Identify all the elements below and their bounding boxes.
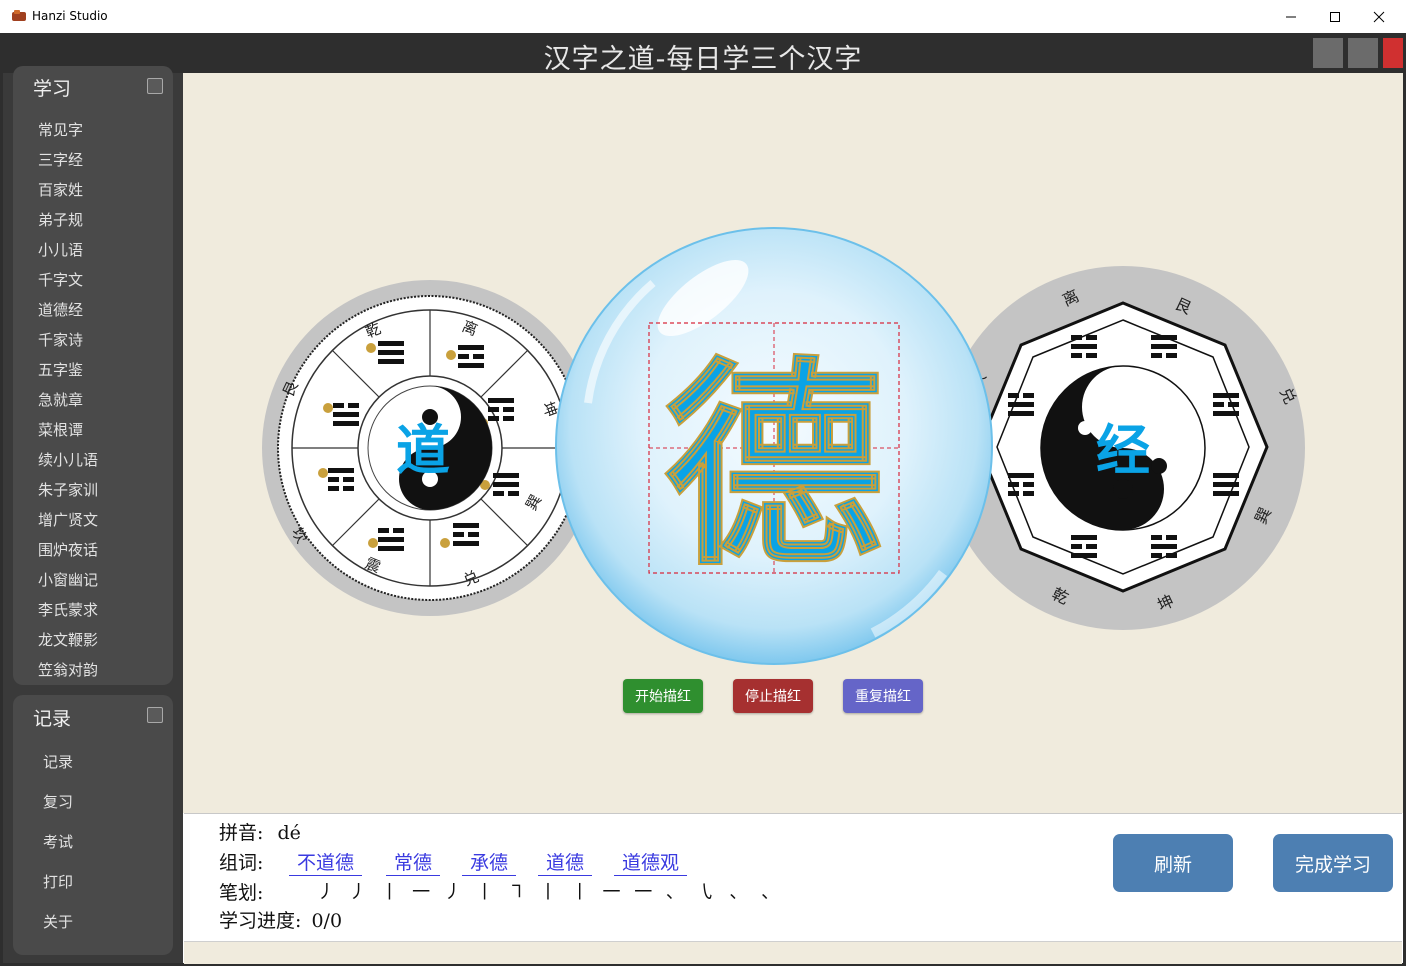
page-title: 汉字之道-每日学三个汉字 xyxy=(543,44,863,75)
close-icon xyxy=(1373,11,1385,22)
minimize-icon xyxy=(1286,16,1296,17)
records-panel-title: 记录 xyxy=(33,708,72,730)
sidebar-item-learn[interactable]: 道德经 xyxy=(38,299,83,320)
learn-collapse-button[interactable] xyxy=(147,78,163,94)
word-link[interactable]: 道德观 xyxy=(614,848,688,876)
sidebar-item-learn[interactable]: 弟子规 xyxy=(38,209,83,230)
repeat-tracing-button[interactable]: 重复描红 xyxy=(843,679,923,713)
right-bagua-disk[interactable]: 经 离 艮 兑 巽 坤 乾 坎 xyxy=(941,266,1305,630)
sidebar-item-learn[interactable]: 笠翁对韵 xyxy=(38,659,98,680)
sidebar-item-learn[interactable]: 常见字 xyxy=(38,119,83,140)
sidebar-item-learn[interactable]: 五字鉴 xyxy=(38,359,83,380)
pinyin-label: 拼音: xyxy=(219,822,264,844)
strokes-label: 笔划: xyxy=(219,882,264,904)
sidebar-item-learn[interactable]: 小儿语 xyxy=(38,239,83,260)
sidebar-item-learn[interactable]: 千字文 xyxy=(38,269,83,290)
center-char: 德 xyxy=(664,339,884,595)
sidebar-item-learn[interactable]: 菜根谭 xyxy=(38,419,83,440)
left-char: 道 xyxy=(396,419,450,482)
sidebar-item-records[interactable]: 打印 xyxy=(43,871,73,892)
records-panel: 记录 记录复习考试打印关于 xyxy=(13,695,173,955)
window-title: Hanzi Studio xyxy=(32,9,108,23)
sidebar-item-records[interactable]: 复习 xyxy=(43,791,73,812)
learn-panel: 学习 常见字三字经百家姓弟子规小儿语千字文道德经千家诗五字鉴急就章菜根谭续小儿语… xyxy=(13,66,173,685)
strokes-value: 丿 丿 丨 一 丿 丨 ㇕ 丨 丨 一 一 、 ㇂ 、 、 xyxy=(317,882,784,903)
header-button-2[interactable] xyxy=(1348,38,1378,68)
word-link[interactable]: 不道德 xyxy=(289,848,363,876)
pinyin-row: 拼音: dé xyxy=(219,818,301,845)
sidebar-item-learn[interactable]: 千家诗 xyxy=(38,329,83,350)
header-close-button[interactable] xyxy=(1383,38,1403,68)
sidebar-item-learn[interactable]: 围炉夜话 xyxy=(38,539,98,560)
sidebar-item-records[interactable]: 考试 xyxy=(43,831,73,852)
app-header: 汉字之道-每日学三个汉字 xyxy=(3,33,1403,75)
words-row: 组词: xyxy=(219,848,263,875)
maximize-icon xyxy=(1330,11,1340,22)
sidebar-item-learn[interactable]: 龙文鞭影 xyxy=(38,629,98,650)
learn-panel-title: 学习 xyxy=(33,78,72,100)
refresh-button[interactable]: 刷新 xyxy=(1113,834,1233,892)
sidebar-item-learn[interactable]: 朱子家训 xyxy=(38,479,98,500)
sidebar-item-records[interactable]: 记录 xyxy=(43,751,73,772)
right-char: 经 xyxy=(1096,419,1150,482)
start-tracing-button[interactable]: 开始描红 xyxy=(623,679,703,713)
stop-tracing-button[interactable]: 停止描红 xyxy=(733,679,813,713)
finish-learning-button[interactable]: 完成学习 xyxy=(1273,834,1393,892)
pinyin-value: dé xyxy=(277,822,301,844)
word-link[interactable]: 道德 xyxy=(538,848,593,876)
progress-row: 学习进度: 0/0 xyxy=(219,906,342,933)
sidebar-item-learn[interactable]: 小窗幽记 xyxy=(38,569,98,590)
app-icon xyxy=(12,10,26,21)
sidebar-item-learn[interactable]: 百家姓 xyxy=(38,179,83,200)
window-titlebar: Hanzi Studio xyxy=(0,0,1406,33)
left-bagua-disk[interactable]: 道 乾 坎 艮 震 巽 离 坤 兑 xyxy=(262,280,598,616)
words-label: 组词: xyxy=(219,852,264,874)
sidebar-item-learn[interactable]: 李氏蒙求 xyxy=(38,599,98,620)
sidebar-item-learn[interactable]: 增广贤文 xyxy=(38,509,98,530)
progress-value: 0/0 xyxy=(311,910,343,932)
maximize-button[interactable] xyxy=(1312,0,1358,33)
word-link[interactable]: 承德 xyxy=(462,848,517,876)
main-canvas: 道 乾 坎 艮 震 巽 离 坤 兑 经 离 艮 兑 巽 坤 乾 德 开始描红 停… xyxy=(183,73,1403,813)
sidebar-item-learn[interactable]: 三字经 xyxy=(38,149,83,170)
records-collapse-button[interactable] xyxy=(147,707,163,723)
minimize-button[interactable] xyxy=(1268,0,1314,33)
word-link[interactable]: 常德 xyxy=(386,848,441,876)
header-button-1[interactable] xyxy=(1313,38,1343,68)
sidebar-item-learn[interactable]: 续小儿语 xyxy=(38,449,98,470)
sidebar-item-learn[interactable]: 急就章 xyxy=(38,389,83,410)
strokes-row: 笔划: 丿 丿 丨 一 丿 丨 ㇕ 丨 丨 一 一 、 ㇂ 、 、 xyxy=(219,878,919,905)
center-bubble[interactable]: 德 xyxy=(555,227,993,665)
sidebar-item-records[interactable]: 关于 xyxy=(43,911,73,932)
progress-label: 学习进度: xyxy=(219,910,302,932)
close-button[interactable] xyxy=(1356,0,1402,33)
info-panel: 拼音: dé 组词: 不道德 常德 承德 道德 道德观 笔划: 丿 丿 丨 一 … xyxy=(184,813,1402,942)
status-strip xyxy=(184,941,1402,964)
